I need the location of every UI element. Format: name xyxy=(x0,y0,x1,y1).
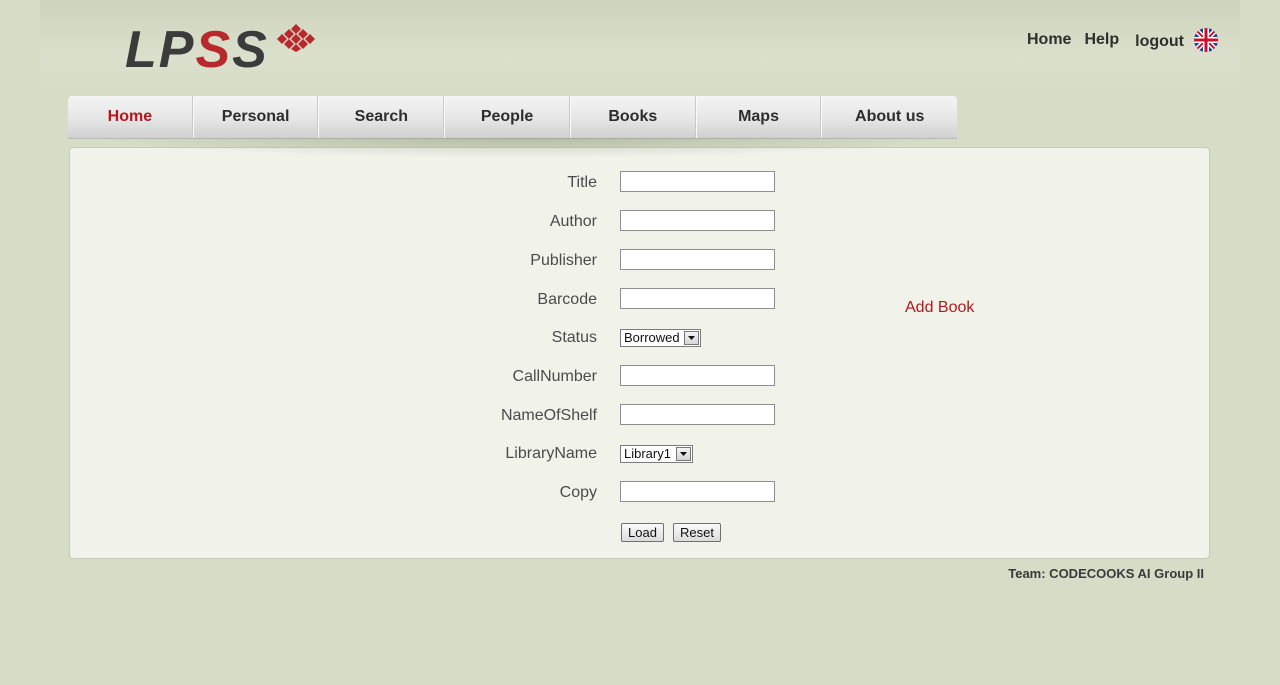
callnumber-label: CallNumber xyxy=(512,368,597,385)
footer-team-credit: Team: CODECOOKS AI Group II xyxy=(1008,566,1204,581)
nameofshelf-label: NameOfShelf xyxy=(500,407,597,424)
publisher-label: Publisher xyxy=(530,252,597,269)
title-input[interactable] xyxy=(620,171,775,192)
title-label: Title xyxy=(567,174,597,191)
nav-item-maps[interactable]: Maps xyxy=(695,96,822,138)
libraryname-select[interactable]: Library1 xyxy=(620,445,693,463)
nav-item-books[interactable]: Books xyxy=(569,96,696,138)
chevron-down-icon xyxy=(684,331,699,345)
nav-item-personal[interactable]: Personal xyxy=(192,96,319,138)
author-input[interactable] xyxy=(620,210,775,231)
top-link-logout[interactable]: logout xyxy=(1135,33,1184,51)
nav-shadow xyxy=(90,138,950,158)
status-row: Status Borrowed xyxy=(70,326,1209,350)
copy-input[interactable] xyxy=(620,481,775,502)
chevron-down-icon xyxy=(676,447,691,461)
copy-row: Copy xyxy=(70,481,1209,505)
publisher-input[interactable] xyxy=(620,249,775,270)
author-row: Author xyxy=(70,210,1209,234)
top-links: Home Help logout xyxy=(1014,28,1218,52)
libraryname-label: LibraryName xyxy=(505,445,597,462)
reset-button[interactable]: Reset xyxy=(673,523,721,542)
logo-diamond-grid-icon xyxy=(277,24,315,52)
callnumber-input[interactable] xyxy=(620,365,775,386)
barcode-label: Barcode xyxy=(537,291,597,308)
title-row: Title xyxy=(70,171,1209,195)
status-label: Status xyxy=(551,329,597,346)
status-select[interactable]: Borrowed xyxy=(620,329,701,347)
callnumber-row: CallNumber xyxy=(70,365,1209,389)
buttons-row: Load Reset xyxy=(70,523,1209,547)
nameofshelf-input[interactable] xyxy=(620,404,775,425)
copy-label: Copy xyxy=(559,484,597,501)
uk-flag-icon[interactable] xyxy=(1194,28,1218,52)
top-link-home[interactable]: Home xyxy=(1027,31,1071,49)
nav-item-search[interactable]: Search xyxy=(318,96,445,138)
author-label: Author xyxy=(549,213,597,230)
nav-item-about-us[interactable]: About us xyxy=(821,96,957,138)
nav-item-people[interactable]: People xyxy=(444,96,570,138)
top-link-help[interactable]: Help xyxy=(1084,31,1119,49)
barcode-input[interactable] xyxy=(620,288,775,309)
nav-item-home[interactable]: Home xyxy=(68,96,193,138)
status-select-value: Borrowed xyxy=(624,330,680,345)
barcode-row: Barcode xyxy=(70,288,1209,312)
book-search-panel: Title Author Publisher Barcode Status Bo… xyxy=(69,147,1210,559)
logo-text: LPSS xyxy=(125,21,269,79)
publisher-row: Publisher xyxy=(70,249,1209,273)
libraryname-row: LibraryName Library1 xyxy=(70,442,1209,466)
load-button[interactable]: Load xyxy=(621,523,664,542)
main-nav: Home Personal Search People Books Maps A… xyxy=(68,96,957,138)
add-book-link[interactable]: Add Book xyxy=(905,299,974,317)
nameofshelf-row: NameOfShelf xyxy=(70,404,1209,428)
libraryname-select-value: Library1 xyxy=(624,446,671,461)
